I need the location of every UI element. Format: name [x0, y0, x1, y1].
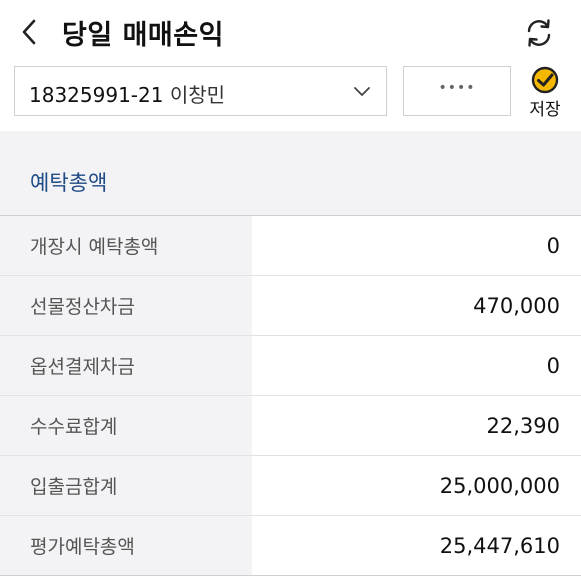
page-title: 당일 매매손익 — [62, 20, 224, 51]
row-value: 25,447,610 — [439, 533, 560, 558]
account-holder-name: 이창민 — [169, 83, 226, 107]
table-row: 개장시 예탁총액 0 — [0, 216, 581, 276]
table-row: 수수료합계 22,390 — [0, 396, 581, 456]
row-value: 22,390 — [486, 413, 560, 438]
table-row: 선물정산차금 470,000 — [0, 276, 581, 336]
save-button[interactable]: 저장 — [521, 64, 569, 122]
table-row: 입출금합계 25,000,000 — [0, 456, 581, 516]
row-label: 평가예탁총액 — [0, 516, 252, 575]
account-bar: 18325991-21 이창민 •••• 저장 — [0, 64, 581, 126]
section-header: 예탁총액 — [0, 131, 581, 215]
save-label: 저장 — [529, 100, 561, 120]
section-title: 예탁총액 — [30, 171, 108, 195]
refresh-icon — [527, 19, 551, 47]
app-header: 당일 매매손익 — [0, 0, 581, 64]
row-label: 수수료합계 — [0, 396, 252, 455]
account-display: 18325991-21 이창민 — [29, 79, 225, 108]
password-mask: •••• — [438, 80, 476, 96]
row-label: 옵션결제차금 — [0, 336, 252, 395]
row-label: 개장시 예탁총액 — [0, 216, 252, 275]
chevron-down-icon — [354, 87, 370, 96]
check-circle-icon — [531, 66, 559, 94]
table-row: 평가예탁총액 25,447,610 — [0, 516, 581, 576]
back-button[interactable] — [14, 16, 44, 48]
row-value: 0 — [546, 233, 560, 258]
table-row: 옵션결제차금 0 — [0, 336, 581, 396]
row-value: 470,000 — [473, 293, 560, 318]
password-field[interactable]: •••• — [403, 66, 511, 116]
account-select[interactable]: 18325991-21 이창민 — [14, 66, 387, 116]
chevron-left-icon — [22, 19, 36, 45]
row-value: 25,000,000 — [439, 473, 560, 498]
deposit-table: 개장시 예탁총액 0 선물정산차금 470,000 옵션결제차금 0 수수료합계… — [0, 215, 581, 576]
row-label: 입출금합계 — [0, 456, 252, 515]
refresh-button[interactable] — [520, 14, 558, 52]
row-label: 선물정산차금 — [0, 276, 252, 335]
row-value: 0 — [546, 353, 560, 378]
account-number: 18325991-21 — [29, 83, 164, 107]
